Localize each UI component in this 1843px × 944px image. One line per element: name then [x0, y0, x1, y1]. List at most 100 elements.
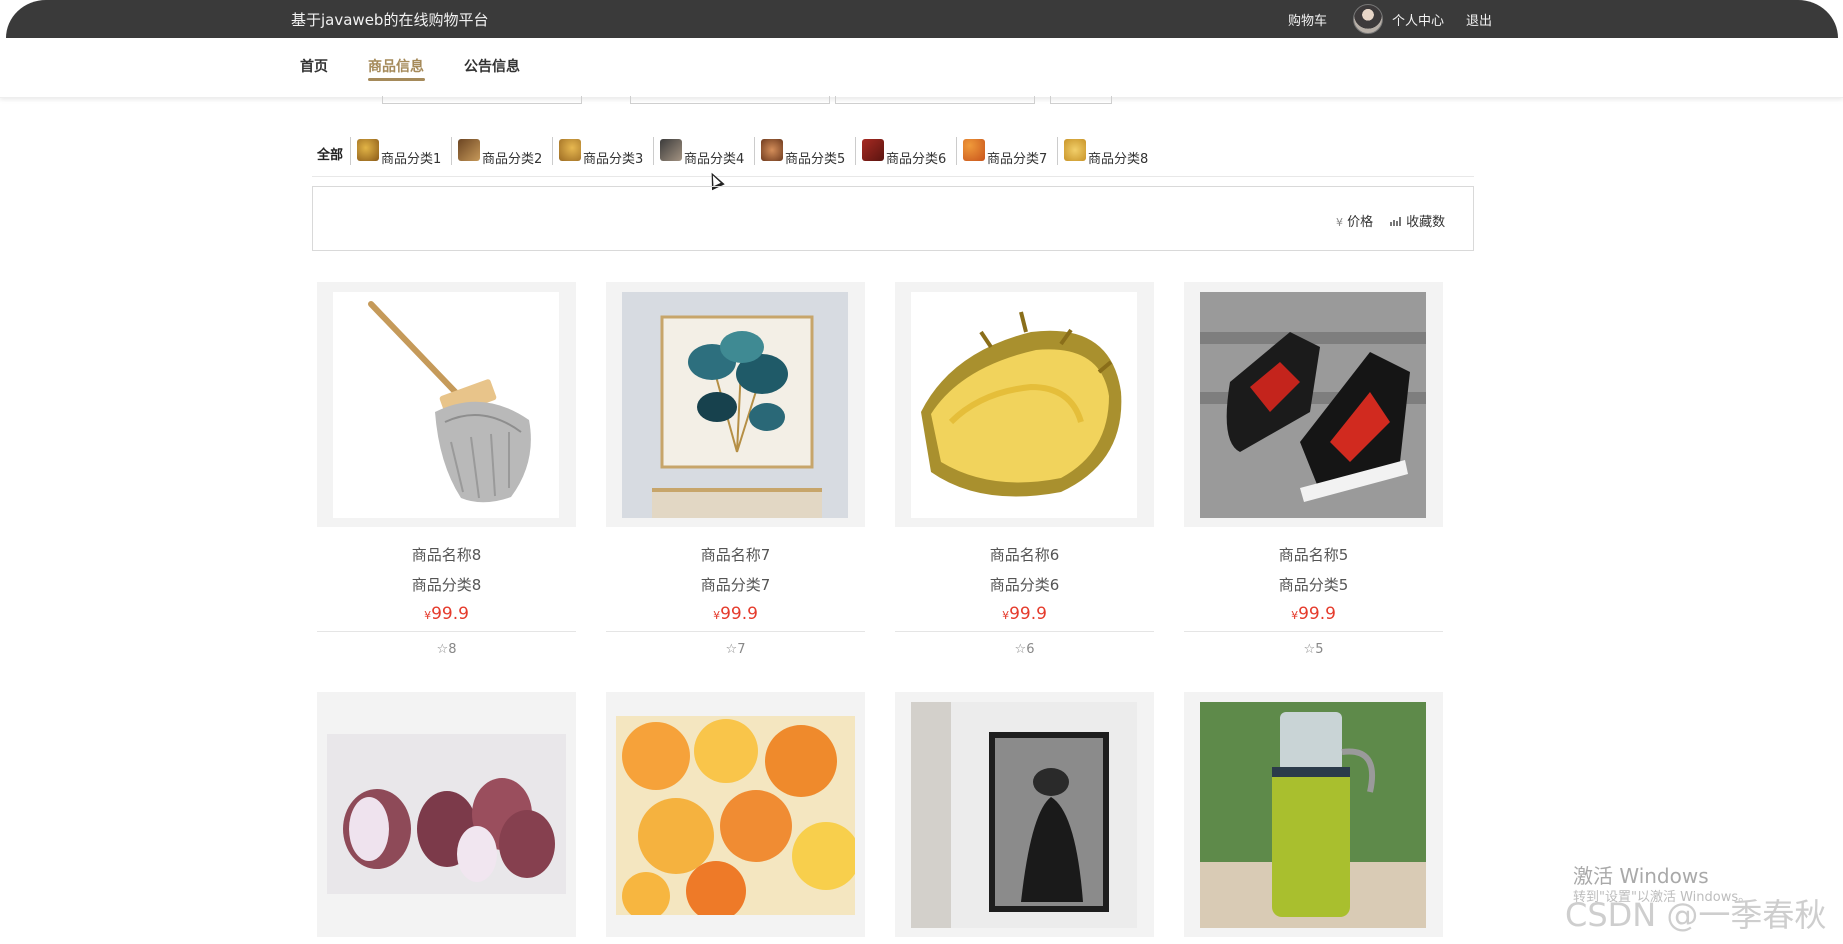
product-name[interactable]: 商品名称8 [317, 544, 576, 565]
category-label: 商品分类7 [987, 152, 1048, 167]
category-item[interactable]: 商品分类8 [1057, 137, 1158, 167]
product-price: ¥99.9 [606, 604, 865, 624]
price-value: 99.9 [431, 604, 469, 624]
category-thumbnail [458, 139, 480, 161]
favorite-count-value: 5 [1315, 642, 1324, 657]
divider [317, 631, 576, 632]
category-all[interactable]: 全部 [317, 144, 343, 163]
price-value: 99.9 [1009, 604, 1047, 624]
yen-icon: ¥ [1002, 609, 1010, 622]
favorite-count-value: 7 [737, 642, 746, 657]
category-item[interactable]: 商品分类4 [653, 137, 754, 167]
product-category: 商品分类7 [700, 576, 771, 594]
favorite-count: ☆8 [317, 642, 576, 657]
category-thumbnail [559, 139, 581, 161]
category-thumbnail [1064, 139, 1086, 161]
main-nav: 首页 商品信息 公告信息 [0, 38, 1843, 98]
favorite-count: ☆6 [895, 642, 1154, 657]
star-icon: ☆ [725, 642, 738, 657]
divider [606, 631, 865, 632]
divider [895, 631, 1154, 632]
search-input[interactable] [382, 96, 582, 104]
yen-icon: ¥ [1336, 216, 1343, 229]
product-image-frame [1184, 692, 1443, 937]
star-icon: ☆ [1014, 642, 1027, 657]
favorite-count: ☆7 [606, 642, 865, 657]
nav-products[interactable]: 商品信息 [368, 56, 424, 76]
product-name[interactable]: 商品名称5 [1184, 544, 1443, 565]
sort-by-price[interactable]: ¥ 价格 [1336, 211, 1373, 230]
product-image-frame [895, 282, 1154, 527]
category-label: 商品分类5 [785, 152, 846, 167]
category-label: 商品分类6 [886, 152, 947, 167]
profile-link[interactable]: 个人中心 [1392, 10, 1444, 29]
yen-icon: ¥ [713, 609, 721, 622]
product-image-mop[interactable] [333, 292, 559, 518]
sort-by-favorites[interactable]: 收藏数 [1390, 211, 1445, 230]
product-name[interactable]: 商品名称7 [606, 544, 865, 565]
divider [1184, 631, 1443, 632]
avatar[interactable] [1353, 4, 1383, 34]
price-value: 99.9 [1298, 604, 1336, 624]
product-image-durian[interactable] [911, 292, 1137, 518]
product-image-jelly-cups[interactable] [616, 716, 855, 915]
product-image-frame [317, 282, 576, 527]
category-label: 商品分类4 [684, 152, 745, 167]
product-image-shallots[interactable] [327, 734, 566, 894]
category-label: 商品分类2 [482, 152, 543, 167]
product-image-ginkgo-painting[interactable] [622, 292, 848, 518]
category-thumbnail [660, 139, 682, 161]
product-price: ¥99.9 [895, 604, 1154, 624]
category-filter-bar: 全部 商品分类1 商品分类2 商品分类3 商品分类4 商品分类5 商品分类6 商… [312, 135, 1474, 177]
cart-link[interactable]: 购物车 [1288, 10, 1327, 29]
csdn-watermark: CSDN @一季春秋 [1565, 896, 1827, 934]
category-item[interactable]: 商品分类2 [451, 137, 552, 167]
category-item[interactable]: 商品分类7 [956, 137, 1057, 167]
category-thumbnail [357, 139, 379, 161]
product-image-sneakers[interactable] [1200, 292, 1426, 518]
category-label: 商品分类8 [1088, 152, 1149, 167]
yen-icon: ¥ [1291, 609, 1299, 622]
product-image-frame [895, 692, 1154, 937]
product-image-frame [1184, 282, 1443, 527]
category-item[interactable]: 商品分类1 [350, 137, 451, 167]
star-icon: ☆ [436, 642, 449, 657]
product-image-portrait-painting[interactable] [911, 702, 1137, 928]
site-title: 基于javaweb的在线购物平台 [291, 11, 489, 29]
category-thumbnail [963, 139, 985, 161]
product-image-frame [317, 692, 576, 937]
search-input[interactable] [835, 96, 1035, 104]
product-category: 商品分类5 [1278, 576, 1349, 594]
favorite-count-value: 6 [1026, 642, 1035, 657]
sort-price-label: 价格 [1347, 215, 1374, 230]
category-label: 商品分类1 [381, 152, 442, 167]
top-bar: 基于javaweb的在线购物平台 购物车 个人中心 退出 [6, 0, 1838, 38]
search-input[interactable] [630, 96, 830, 104]
category-thumbnail [862, 139, 884, 161]
sort-favorites-label: 收藏数 [1406, 215, 1446, 230]
category-item[interactable]: 商品分类6 [855, 137, 956, 167]
favorite-count: ☆5 [1184, 642, 1443, 657]
category-label: 商品分类3 [583, 152, 644, 167]
nav-notices[interactable]: 公告信息 [464, 56, 520, 76]
product-image-water-bottle[interactable] [1200, 702, 1426, 928]
price-value: 99.9 [720, 604, 758, 624]
product-name[interactable]: 商品名称6 [895, 544, 1154, 565]
sort-panel [312, 186, 1474, 251]
product-category: 商品分类6 [989, 576, 1060, 594]
logout-link[interactable]: 退出 [1466, 10, 1492, 29]
product-price: ¥99.9 [1184, 604, 1443, 624]
category-item[interactable]: 商品分类3 [552, 137, 653, 167]
nav-active-indicator [368, 78, 425, 81]
windows-activation-text: 激活 Windows [1573, 864, 1709, 888]
category-thumbnail [761, 139, 783, 161]
bar-chart-icon [1390, 217, 1401, 226]
product-image-frame [606, 282, 865, 527]
category-item[interactable]: 商品分类5 [754, 137, 855, 167]
nav-home[interactable]: 首页 [300, 56, 328, 76]
search-button[interactable] [1050, 96, 1112, 104]
product-image-frame [606, 692, 865, 937]
favorite-count-value: 8 [448, 642, 457, 657]
product-price: ¥99.9 [317, 604, 576, 624]
product-category: 商品分类8 [411, 576, 482, 594]
